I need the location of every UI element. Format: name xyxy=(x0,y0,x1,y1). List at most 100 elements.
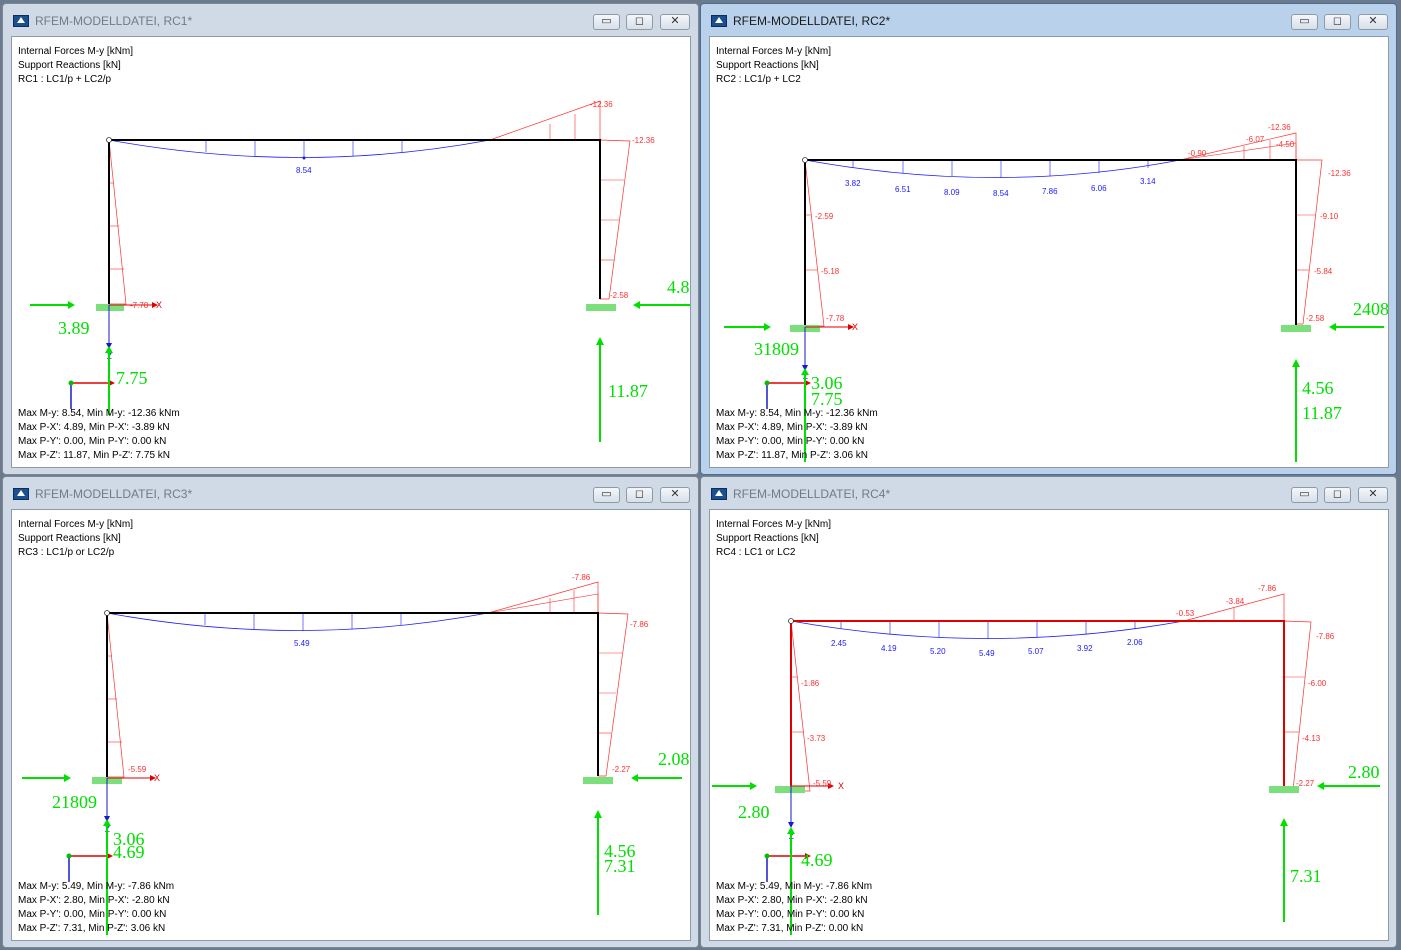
window-rc4[interactable]: RFEM-MODELLDATEI, RC4* ▭ ◻ ✕ Internal Fo… xyxy=(700,476,1397,948)
top-moment-label: -0.53 xyxy=(1176,609,1195,618)
summary-line: Max P-Z': 7.31, Min P-Z': 0.00 kN xyxy=(716,923,864,934)
support-right xyxy=(1269,786,1299,793)
moment-diagram-positive xyxy=(790,620,1185,639)
reaction-value: 21809 xyxy=(52,792,97,812)
maximize-button[interactable]: ◻ xyxy=(626,14,653,30)
moment-diagram-column-left xyxy=(790,620,811,792)
rfem-app-icon xyxy=(13,15,29,27)
close-button[interactable]: ✕ xyxy=(1358,14,1388,30)
summary-line: Max P-X': 2.80, Min P-X': -2.80 kN xyxy=(716,895,868,906)
result-summary: Max M-y: 5.49, Min M-y: -7.86 kNm Max P-… xyxy=(18,880,174,936)
title-bar[interactable]: RFEM-MODELLDATEI, RC4* ▭ ◻ ✕ xyxy=(701,477,1396,509)
window-rc1[interactable]: RFEM-MODELLDATEI, RC1* ▭ ◻ ✕ Internal Fo… xyxy=(2,3,699,475)
reaction-value: 4.69 xyxy=(801,850,833,870)
summary-line: Max P-Y': 0.00, Min P-Y': 0.00 kN xyxy=(18,909,167,920)
graphics-view[interactable]: Internal Forces M-y [kNm] Support Reacti… xyxy=(11,509,691,941)
reaction-value: 3.89 xyxy=(58,318,90,338)
frame-diagram: X Z 8.54 -12.36 -12.36 -2.58 xyxy=(30,100,690,442)
reaction-value: 7.75 xyxy=(811,389,843,409)
beam-moment-label: 5.49 xyxy=(294,639,310,648)
beam-moment-label: 6.06 xyxy=(1091,184,1107,193)
summary-line: Max P-Y': 0.00, Min P-Y': 0.00 kN xyxy=(18,436,167,447)
top-moment-label: -7.86 xyxy=(572,573,591,582)
moment-diagram-column-left xyxy=(804,159,825,327)
column-moment-label: -7.78 xyxy=(130,301,149,310)
minimize-button[interactable]: ▭ xyxy=(1291,487,1318,503)
column-moment-label: -7.86 xyxy=(1316,632,1335,641)
minimize-button[interactable]: ▭ xyxy=(593,487,620,503)
window-rc3[interactable]: RFEM-MODELLDATEI, RC3* ▭ ◻ ✕ Internal Fo… xyxy=(2,476,699,948)
window-title: RFEM-MODELLDATEI, RC3* xyxy=(35,487,193,501)
moment-diagram-column-right xyxy=(1283,620,1312,791)
summary-line: Max P-Z': 11.87, Min P-Z': 7.75 kN xyxy=(18,450,171,461)
column-moment-label: -1.86 xyxy=(801,679,820,688)
support-right xyxy=(1281,325,1311,332)
support-right xyxy=(583,777,613,784)
column-moment-label: -7.86 xyxy=(630,620,649,629)
moment-diagram-column-left xyxy=(106,612,125,778)
summary-line: Max M-y: 8.54, Min M-y: -12.36 kNm xyxy=(18,408,180,419)
beam-moment-label: 8.54 xyxy=(296,166,312,175)
reaction-right-horizontal xyxy=(1317,782,1380,790)
reaction-value: 2.80 xyxy=(738,802,770,822)
top-moment-label: -6.07 xyxy=(1246,135,1265,144)
top-moment-label: -3.84 xyxy=(1226,597,1245,606)
moment-diagram-negative xyxy=(487,581,599,614)
title-bar[interactable]: RFEM-MODELLDATEI, RC3* ▭ ◻ ✕ xyxy=(3,477,698,509)
column-moment-label: -12.36 xyxy=(1328,169,1351,178)
summary-line: Max P-X': 2.80, Min P-X': -2.80 kN xyxy=(18,895,170,906)
maximize-button[interactable]: ◻ xyxy=(1324,14,1351,30)
rfem-app-icon xyxy=(711,488,727,500)
reaction-value: 2.08 xyxy=(658,749,690,769)
reaction-value: 7.75 xyxy=(116,368,148,388)
graphics-view[interactable]: Internal Forces M-y [kNm] Support Reacti… xyxy=(709,36,1389,468)
column-moment-label: -2.58 xyxy=(1306,314,1325,323)
rfem-app-icon xyxy=(13,488,29,500)
minimize-button[interactable]: ▭ xyxy=(1291,14,1318,30)
graphics-view[interactable]: Internal Forces M-y [kNm] Support Reacti… xyxy=(709,509,1389,941)
summary-line: Max P-Y': 0.00, Min P-Y': 0.00 kN xyxy=(716,909,865,920)
column-moment-label: -5.84 xyxy=(1314,267,1333,276)
beam-moment-label: 7.86 xyxy=(1042,187,1058,196)
reaction-value: 4.56 xyxy=(1302,378,1334,398)
frame xyxy=(106,612,599,778)
frame-diagram: X Z 5.49 -7.86 -7.86 -2.27 -5.59 21809 xyxy=(22,573,690,935)
axis-x-label: X xyxy=(852,322,858,332)
window-rc2[interactable]: RFEM-MODELLDATEI, RC2* ▭ ◻ ✕ Internal Fo… xyxy=(700,3,1397,475)
moment-diagram-positive xyxy=(106,612,489,631)
reaction-right-vertical xyxy=(1292,359,1300,462)
result-summary: Max M-y: 5.49, Min M-y: -7.86 kNm Max P-… xyxy=(716,880,872,936)
frame xyxy=(804,159,1297,327)
reaction-value: 2408 xyxy=(1353,299,1389,319)
column-moment-label: -7.78 xyxy=(826,314,845,323)
top-moment-label: -12.36 xyxy=(1268,123,1291,132)
graphics-view[interactable]: Internal Forces M-y [kNm] Support Reacti… xyxy=(11,36,691,468)
top-moment-label: -12.36 xyxy=(590,100,613,109)
close-button[interactable]: ✕ xyxy=(1358,487,1388,503)
reaction-right-horizontal xyxy=(633,301,690,309)
summary-line: Max M-y: 5.49, Min M-y: -7.86 kNm xyxy=(716,881,873,892)
reaction-right-vertical xyxy=(594,810,602,915)
column-moment-label: -9.10 xyxy=(1320,212,1339,221)
moment-diagram-column-left xyxy=(108,139,127,305)
top-moment-label: -0.90 xyxy=(1188,149,1207,158)
close-button[interactable]: ✕ xyxy=(660,14,690,30)
rfem-app-icon xyxy=(711,15,727,27)
reaction-left-horizontal xyxy=(712,782,757,790)
maximize-button[interactable]: ◻ xyxy=(626,487,653,503)
close-button[interactable]: ✕ xyxy=(660,487,690,503)
window-title: RFEM-MODELLDATEI, RC2* xyxy=(733,14,891,28)
reaction-right-vertical xyxy=(1280,818,1288,922)
beam-moment-label: 8.09 xyxy=(944,188,960,197)
axis-x-label: X xyxy=(838,781,844,791)
minimize-button[interactable]: ▭ xyxy=(593,14,620,30)
column-moment-label: -2.27 xyxy=(612,765,631,774)
summary-line: Max P-X': 4.89, Min P-X': -3.89 kN xyxy=(18,422,170,433)
beam-moment-label: 6.51 xyxy=(895,185,911,194)
maximize-button[interactable]: ◻ xyxy=(1324,487,1351,503)
column-moment-label: -5.18 xyxy=(821,267,840,276)
title-bar[interactable]: RFEM-MODELLDATEI, RC1* ▭ ◻ ✕ xyxy=(3,4,698,36)
summary-line: Max M-y: 5.49, Min M-y: -7.86 kNm xyxy=(18,881,175,892)
column-moment-label: -3.73 xyxy=(807,734,826,743)
title-bar[interactable]: RFEM-MODELLDATEI, RC2* ▭ ◻ ✕ xyxy=(701,4,1396,36)
